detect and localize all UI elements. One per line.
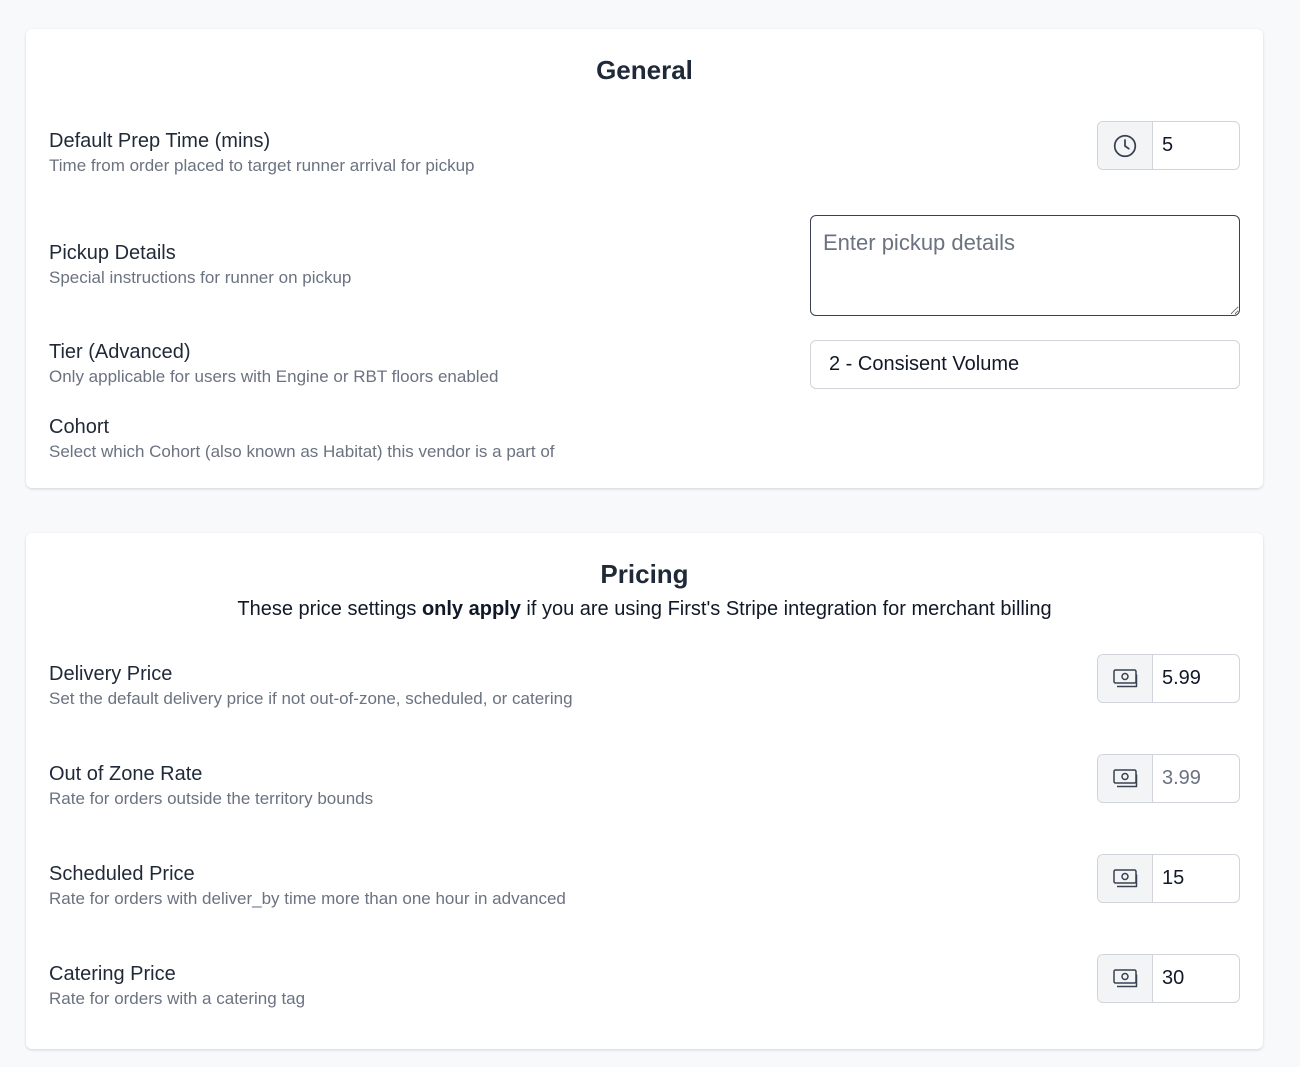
pickup-details-label: Pickup Details	[49, 242, 176, 264]
catering-price-input[interactable]	[1153, 955, 1239, 1002]
cash-icon	[1098, 855, 1153, 902]
catering-price-description: Rate for orders with a catering tag	[49, 989, 306, 1008]
pickup-details-textarea[interactable]	[810, 215, 1240, 316]
prep-time-description: Time from order placed to target runner …	[49, 156, 475, 175]
catering-price-field	[1097, 954, 1240, 1003]
prep-time-setting: Default Prep Time (mins) Time from order…	[49, 129, 475, 177]
out-of-zone-field	[1097, 754, 1240, 803]
out-of-zone-setting: Out of Zone Rate Rate for orders outside…	[49, 762, 373, 810]
pricing-card: Pricing These price settings only apply …	[26, 533, 1263, 1049]
cash-icon	[1098, 955, 1153, 1002]
scheduled-price-description: Rate for orders with deliver_by time mor…	[49, 889, 566, 908]
delivery-price-description: Set the default delivery price if not ou…	[49, 689, 573, 708]
pricing-subtitle-start: These price settings	[237, 598, 422, 620]
out-of-zone-label: Out of Zone Rate	[49, 763, 203, 785]
catering-price-label: Catering Price	[49, 963, 176, 985]
pickup-details-setting: Pickup Details Special instructions for …	[49, 241, 351, 289]
delivery-price-setting: Delivery Price Set the default delivery …	[49, 662, 573, 710]
scheduled-price-setting: Scheduled Price Rate for orders with del…	[49, 862, 566, 910]
prep-time-input[interactable]	[1153, 122, 1239, 169]
catering-price-setting: Catering Price Rate for orders with a ca…	[49, 962, 305, 1010]
prep-time-label: Default Prep Time (mins)	[49, 130, 271, 152]
delivery-price-input[interactable]	[1153, 655, 1239, 702]
cohort-setting: Cohort Select which Cohort (also known a…	[49, 415, 555, 463]
tier-description: Only applicable for users with Engine or…	[49, 367, 499, 386]
scheduled-price-label: Scheduled Price	[49, 863, 195, 885]
general-card: General Default Prep Time (mins) Time fr…	[26, 29, 1263, 488]
cash-icon	[1098, 655, 1153, 702]
tier-setting: Tier (Advanced) Only applicable for user…	[49, 340, 498, 388]
pricing-subtitle: These price settings only apply if you a…	[26, 598, 1263, 621]
cohort-description: Select which Cohort (also known as Habit…	[49, 442, 555, 461]
pricing-subtitle-emphasis: only apply	[421, 598, 521, 620]
pricing-subtitle-end: if you are using First's Stripe integrat…	[520, 598, 1052, 620]
delivery-price-label: Delivery Price	[49, 663, 173, 685]
cohort-label: Cohort	[49, 416, 110, 438]
scheduled-price-input[interactable]	[1153, 855, 1239, 902]
prep-time-field	[1097, 121, 1240, 170]
scheduled-price-field	[1097, 854, 1240, 903]
tier-selected-value: 2 - Consisent Volume	[829, 353, 1020, 375]
tier-select[interactable]: 2 - Consisent Volume	[810, 340, 1240, 389]
general-title: General	[596, 55, 693, 85]
tier-label: Tier (Advanced)	[49, 341, 191, 363]
pricing-title: Pricing	[600, 559, 689, 589]
delivery-price-field	[1097, 654, 1240, 703]
cash-icon	[1098, 755, 1153, 802]
pickup-details-description: Special instructions for runner on picku…	[49, 268, 352, 287]
out-of-zone-description: Rate for orders outside the territory bo…	[49, 789, 374, 808]
clock-icon	[1098, 122, 1153, 169]
out-of-zone-input[interactable]	[1153, 755, 1239, 802]
